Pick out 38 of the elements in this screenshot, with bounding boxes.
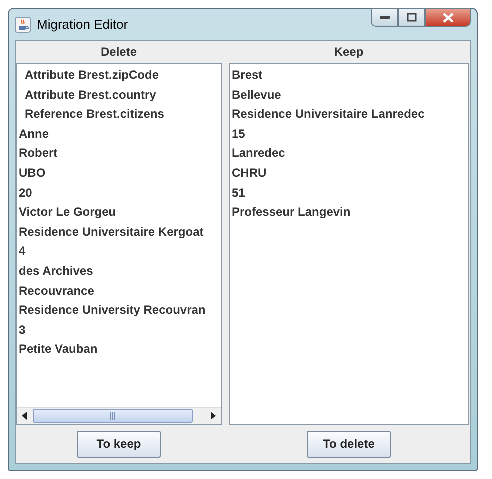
java-cup-icon [15,16,31,32]
list-item[interactable]: Attribute Brest.zipCode [17,66,221,86]
close-icon [442,12,454,22]
list-item[interactable]: Petite Vauban [17,340,221,360]
list-item[interactable]: Victor Le Gorgeu [17,203,221,223]
list-item[interactable]: Attribute Brest.country [17,86,221,106]
list-item[interactable]: Brest [230,66,468,86]
list-item[interactable]: 20 [17,184,221,204]
list-item[interactable]: Residence University Recouvran [17,301,221,321]
list-item[interactable]: 3 [17,320,221,340]
list-item[interactable]: Lanredec [230,144,468,164]
minimize-icon [380,16,390,20]
minimize-button[interactable] [371,8,398,27]
list-item[interactable]: Anne [17,124,221,144]
close-button[interactable] [425,8,471,27]
action-button[interactable]: To keep [77,430,161,458]
list-item[interactable]: 15 [230,124,468,144]
list-item[interactable]: 51 [230,184,468,204]
list-item[interactable]: Residence Universitaire Kergoat [17,222,221,242]
list-item[interactable]: CHRU [230,164,468,184]
list-item[interactable]: 4 [17,242,221,262]
scroll-thumb[interactable] [33,409,193,423]
grip-icon [110,412,116,420]
column-header: Keep [333,44,365,61]
list-item[interactable]: Reference Brest.citizens [17,105,221,125]
list-item[interactable]: UBO [17,164,221,184]
maximize-icon [406,13,416,22]
maximize-button[interactable] [398,8,425,27]
list-item[interactable]: Robert [17,144,221,164]
action-button[interactable]: To delete [307,430,391,458]
window-title: Migration Editor [37,17,128,32]
list-item[interactable]: Bellevue [230,86,468,106]
list-item[interactable]: Residence Universitaire Lanredec [230,105,468,125]
list-item[interactable]: des Archives [17,262,221,282]
column-header: Delete [100,44,138,61]
list-item[interactable]: Professeur Langevin [230,203,468,223]
list-item[interactable]: Recouvrance [17,282,221,302]
horizontal-scrollbar[interactable] [17,407,221,424]
